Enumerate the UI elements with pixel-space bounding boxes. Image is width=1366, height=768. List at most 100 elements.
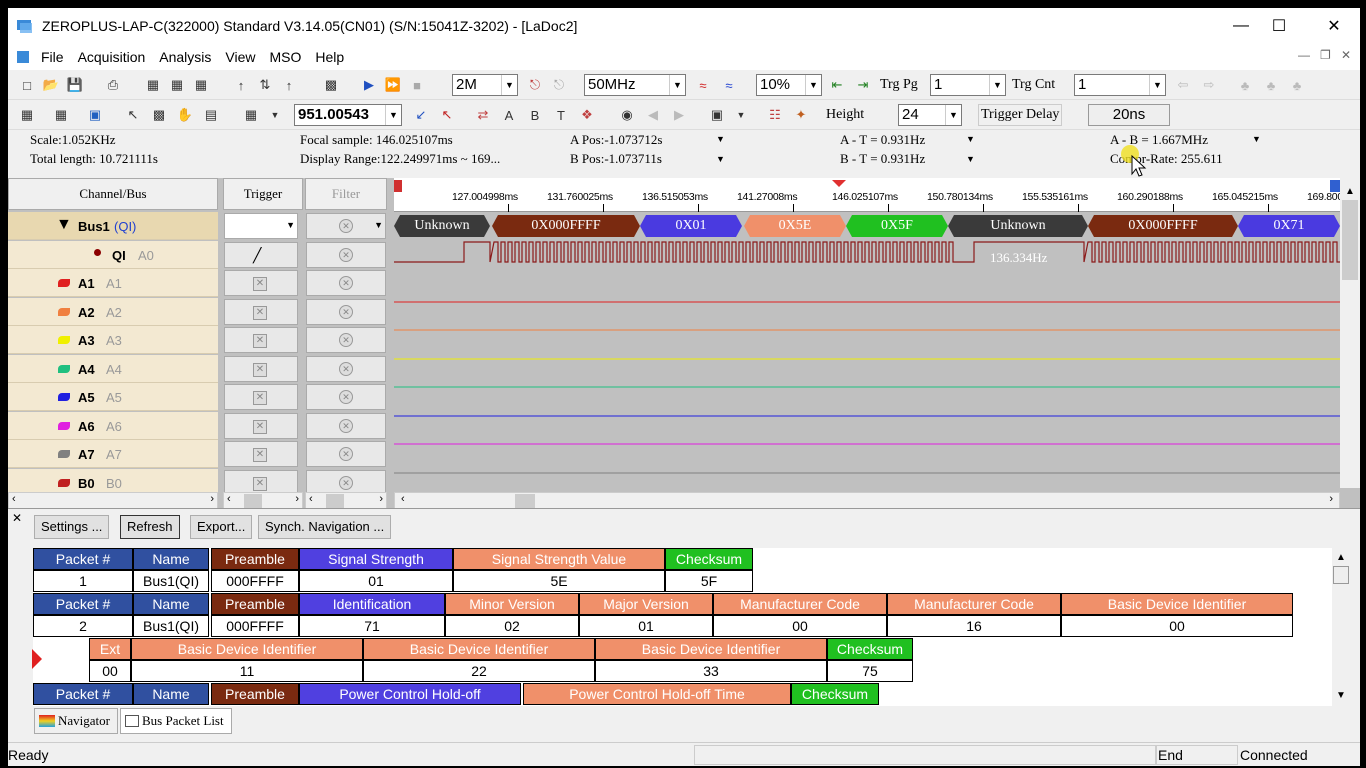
zoom-value-select[interactable]: 951.00543▼ (294, 104, 402, 126)
grid2-icon[interactable]: ▦ (50, 104, 72, 126)
trigger-cell[interactable]: ✕ (224, 270, 298, 296)
menu-view[interactable]: View (218, 49, 262, 65)
mdi-restore-button[interactable]: ❐ (1320, 48, 1331, 62)
bus-setting-icon[interactable]: ✦ (790, 104, 812, 126)
binoculars-icon[interactable]: ◉ (616, 104, 638, 126)
bus-icon[interactable]: ☷ (764, 104, 786, 126)
channel-column-header[interactable]: Channel/Bus (8, 178, 218, 210)
tab-bus-packet-list[interactable]: Bus Packet List (120, 708, 232, 734)
settings-icon[interactable]: ▩ (320, 74, 342, 96)
chevron-down-icon[interactable]: ▼ (264, 104, 286, 126)
bus-segment[interactable]: 0X5F (846, 215, 948, 237)
zoom-grid-icon[interactable]: ▦ (240, 104, 262, 126)
bus-segment[interactable]: Unknown (948, 215, 1088, 237)
menu-mso[interactable]: MSO (263, 49, 309, 65)
bus-segment[interactable]: 0X01 (640, 215, 742, 237)
trigger-next-icon[interactable]: ⇥ (852, 74, 874, 96)
filter-cell[interactable]: ✕ (306, 413, 386, 439)
table-cell[interactable]: 11 (131, 660, 363, 682)
capture-icon[interactable]: ▦ (142, 74, 164, 96)
chevron-down-icon[interactable]: ▼ (966, 134, 975, 144)
channel-row[interactable]: ▼Bus1(QI) (8, 212, 218, 240)
mdi-minimize-button[interactable]: — (1298, 48, 1310, 62)
table-cell[interactable]: 01 (579, 615, 713, 637)
table-cell[interactable]: 02 (445, 615, 579, 637)
save-icon[interactable]: 💾 (64, 74, 86, 96)
synch-navigation-button[interactable]: Synch. Navigation ... (258, 515, 391, 539)
table-cell[interactable]: 1 (33, 570, 133, 592)
menu-acquisition[interactable]: Acquisition (71, 49, 153, 65)
bar-a-icon[interactable]: A (498, 104, 520, 126)
clock-wave-blue-icon[interactable]: ≈ (718, 74, 740, 96)
search-next-icon[interactable]: ▶ (668, 104, 690, 126)
bar-t-icon[interactable]: T (550, 104, 572, 126)
compress-icon[interactable]: ⎋ (524, 74, 546, 96)
trigger-pattern-icon[interactable]: ⇅ (254, 74, 276, 96)
trigger-edge-icon[interactable]: ↑ (230, 74, 252, 96)
new-icon[interactable]: □ (16, 74, 38, 96)
table-cell[interactable]: 75 (827, 660, 913, 682)
capture-red-icon[interactable]: ▦ (166, 74, 188, 96)
trigger-cell[interactable]: ✕ (224, 413, 298, 439)
height-select[interactable]: 24▼ (898, 104, 962, 126)
menu-help[interactable]: Help (308, 49, 351, 65)
open-icon[interactable]: 📂 (40, 74, 62, 96)
stop-icon[interactable]: ■ (406, 74, 428, 96)
table-cell[interactable]: 2 (33, 615, 133, 637)
filter-cell[interactable]: ✕ (306, 299, 386, 325)
print-icon[interactable]: ⎙ (102, 74, 124, 96)
run-icon[interactable]: ▶ (358, 74, 380, 96)
mdi-close-button[interactable]: ✕ (1341, 48, 1351, 62)
trigger-prev-icon[interactable]: ⇤ (826, 74, 848, 96)
hand-icon[interactable]: ✋ (174, 104, 196, 126)
table-cell[interactable]: 01 (299, 570, 453, 592)
measure-icon[interactable]: ▤ (200, 104, 222, 126)
nav-left-icon[interactable]: ⇦ (1172, 74, 1194, 96)
nav-right-icon[interactable]: ⇨ (1198, 74, 1220, 96)
table-cell[interactable]: 5E (453, 570, 665, 592)
filter-cell[interactable]: ✕ (306, 270, 386, 296)
waveform-area[interactable]: 127.004998ms131.760025ms136.515053ms141.… (394, 178, 1340, 488)
trg-cnt-select[interactable]: 1▼ (1074, 74, 1166, 96)
select-icon[interactable]: ▩ (148, 104, 170, 126)
table-cell[interactable]: 000FFFF (211, 615, 299, 637)
channel-row[interactable]: QIA0 (8, 241, 218, 269)
chevron-down-icon[interactable]: ▼ (1252, 134, 1261, 144)
channel-row[interactable]: A2A2 (8, 298, 218, 326)
bar-b-icon[interactable]: B (524, 104, 546, 126)
bar-x-icon[interactable]: ❖ (576, 104, 598, 126)
table-cell[interactable]: 00 (1061, 615, 1293, 637)
menu-file[interactable]: File (34, 49, 71, 65)
mark3-icon[interactable]: ♣ (1286, 74, 1308, 96)
filter-column-header[interactable]: Filter (305, 178, 387, 210)
trigger-cell[interactable]: ╱ (224, 242, 298, 268)
close-icon[interactable]: ✕ (12, 511, 22, 525)
bar-icon[interactable]: ⇄ (472, 104, 494, 126)
table-cell[interactable]: 00 (89, 660, 131, 682)
filter-cell[interactable]: ✕▼ (306, 213, 386, 239)
menu-analysis[interactable]: Analysis (152, 49, 218, 65)
waveform-vscroll[interactable]: ▲ (1340, 178, 1360, 488)
trigger-cell[interactable]: ✕ (224, 384, 298, 410)
trigger-cell[interactable]: ✕ (224, 299, 298, 325)
monitor-icon[interactable]: ▣ (706, 104, 728, 126)
capture-gray-icon[interactable]: ▦ (190, 74, 212, 96)
channel-row[interactable]: A5A5 (8, 383, 218, 411)
filter-cell[interactable]: ✕ (306, 356, 386, 382)
clock-wave-icon[interactable]: ≈ (692, 74, 714, 96)
filter-cell[interactable]: ✕ (306, 441, 386, 467)
channel-row[interactable]: A4A4 (8, 355, 218, 383)
channel-row[interactable]: A6A6 (8, 412, 218, 440)
window-icon[interactable]: ▣ (84, 104, 106, 126)
export-button[interactable]: Export... (190, 515, 252, 539)
table-cell[interactable]: 00 (713, 615, 887, 637)
bus-segment[interactable]: 0X000FFFF (1088, 215, 1238, 237)
chevron-down-icon[interactable]: ▼ (716, 134, 725, 144)
trigger-cell[interactable]: ✕ (224, 441, 298, 467)
search-prev-icon[interactable]: ◀ (642, 104, 664, 126)
table-cell[interactable]: Bus1(QI) (133, 615, 209, 637)
expand-icon[interactable]: ▼ (56, 216, 72, 234)
filter-cell[interactable]: ✕ (306, 242, 386, 268)
channel-row[interactable]: A7A7 (8, 440, 218, 468)
compress-gray-icon[interactable]: ⎋ (548, 74, 570, 96)
